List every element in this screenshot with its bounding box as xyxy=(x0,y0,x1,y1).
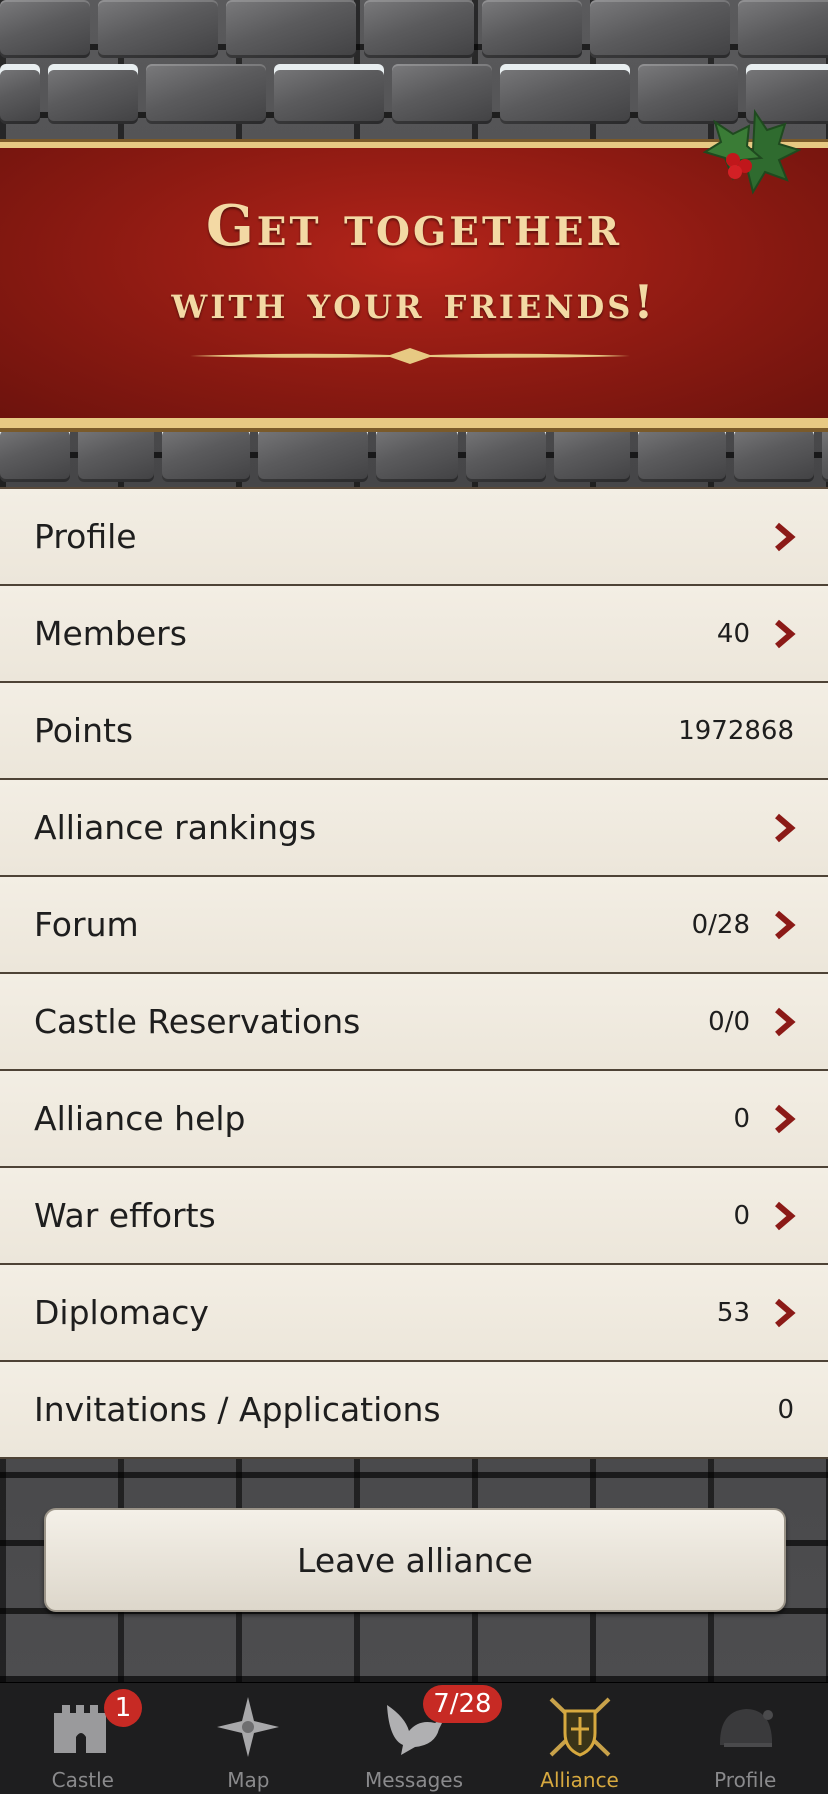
menu-row-alliance-rankings[interactable]: Alliance rankings xyxy=(0,780,828,877)
menu-row-invitations-applications[interactable]: Invitations / Applications 0 xyxy=(0,1362,828,1459)
row-label: Castle Reservations xyxy=(34,1002,361,1041)
tab-label: Alliance xyxy=(540,1768,619,1792)
tab-label: Castle xyxy=(51,1768,114,1792)
row-label: Profile xyxy=(34,517,137,556)
tab-alliance[interactable]: Alliance xyxy=(497,1683,663,1794)
menu-row-profile[interactable]: Profile xyxy=(0,489,828,586)
row-value: 1972868 xyxy=(678,715,794,746)
chevron-right-icon xyxy=(775,1104,796,1133)
chevron-right-icon xyxy=(775,522,796,551)
banner-title-line2: with your friends! xyxy=(171,275,657,329)
helmet-icon xyxy=(720,1709,774,1747)
tab-label: Profile xyxy=(714,1768,777,1792)
tab-messages[interactable]: 7/28 Messages xyxy=(331,1683,502,1794)
shield-swords-icon xyxy=(549,1697,610,1757)
alliance-menu-list: Profile Members 40 Points 1972868 Allian… xyxy=(0,487,828,1459)
row-value: 0/0 xyxy=(708,1006,750,1037)
chevron-right-icon xyxy=(775,1298,796,1327)
messages-badge: 7/28 xyxy=(423,1685,502,1723)
row-label: Invitations / Applications xyxy=(34,1390,441,1429)
chevron-right-icon xyxy=(775,813,796,842)
chevron-right-icon xyxy=(775,1007,796,1036)
bottom-tab-bar: 1 Castle Map 7/28 Messages Alliance Prof… xyxy=(0,1682,828,1794)
stone-row-top xyxy=(0,0,828,58)
tab-profile[interactable]: Profile xyxy=(662,1683,828,1794)
menu-row-points: Points 1972868 xyxy=(0,683,828,780)
row-value: 0/28 xyxy=(691,909,750,940)
tab-label: Messages xyxy=(364,1768,464,1792)
menu-row-forum[interactable]: Forum 0/28 xyxy=(0,877,828,974)
row-label: Points xyxy=(34,711,134,750)
menu-row-alliance-help[interactable]: Alliance help 0 xyxy=(0,1071,828,1168)
chevron-right-icon xyxy=(775,910,796,939)
row-value: 0 xyxy=(777,1394,794,1425)
chevron-right-icon xyxy=(775,1201,796,1230)
menu-row-castle-reservations[interactable]: Castle Reservations 0/0 xyxy=(0,974,828,1071)
chevron-right-icon xyxy=(775,619,796,648)
leave-alliance-button[interactable]: Leave alliance xyxy=(44,1508,786,1612)
tab-map[interactable]: Map xyxy=(166,1683,332,1794)
stone-row-middle xyxy=(0,424,828,482)
row-value: 40 xyxy=(716,618,750,649)
row-value: 0 xyxy=(733,1103,750,1134)
compass-icon xyxy=(217,1697,280,1757)
row-label: Alliance help xyxy=(34,1099,246,1138)
row-label: Alliance rankings xyxy=(34,808,317,847)
row-label: Members xyxy=(34,614,187,653)
ornament-divider-icon xyxy=(190,348,630,364)
castle-badge: 1 xyxy=(104,1689,142,1727)
menu-row-war-efforts[interactable]: War efforts 0 xyxy=(0,1168,828,1265)
menu-row-members[interactable]: Members 40 xyxy=(0,586,828,683)
tab-label: Map xyxy=(227,1768,270,1792)
row-label: War efforts xyxy=(34,1196,216,1235)
tab-castle[interactable]: 1 Castle xyxy=(0,1683,166,1794)
row-label: Forum xyxy=(34,905,139,944)
holly-icon xyxy=(702,108,802,195)
row-value: 53 xyxy=(716,1297,750,1328)
menu-row-diplomacy[interactable]: Diplomacy 53 xyxy=(0,1265,828,1362)
row-label: Diplomacy xyxy=(34,1293,209,1332)
row-value: 0 xyxy=(733,1200,750,1231)
